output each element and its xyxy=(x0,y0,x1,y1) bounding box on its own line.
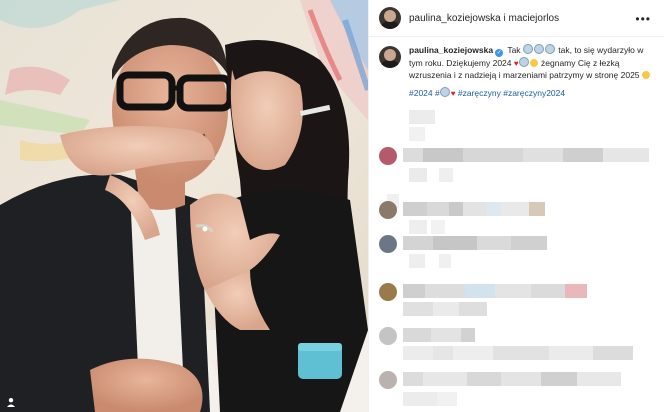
verified-badge-icon: ✓ xyxy=(495,49,504,57)
comment-row xyxy=(369,344,664,362)
caption-hashtags: #2024 # ♥ #zaręczyny #zaręczyny2024 xyxy=(409,87,659,100)
comment-row xyxy=(369,370,664,389)
comment-row xyxy=(369,282,664,301)
comment-row xyxy=(369,300,664,318)
hashtag-link[interactable]: #2024 # xyxy=(409,88,440,98)
header-avatar[interactable] xyxy=(379,7,401,29)
more-dots-icon[interactable]: ••• xyxy=(635,12,651,26)
post-sidebar: paulina_koziejowska i maciejorlos ••• pa… xyxy=(368,0,664,412)
commenter-avatar[interactable] xyxy=(379,327,397,345)
comment-row xyxy=(369,200,664,219)
post-photo xyxy=(0,0,368,412)
comment-row xyxy=(369,326,664,345)
smile-emoji-icon xyxy=(641,70,650,79)
snowman-emoji-icon xyxy=(533,44,544,54)
comment-row xyxy=(369,146,664,165)
caption-text-1: Tak xyxy=(507,45,521,55)
commenter-avatar[interactable] xyxy=(379,371,397,389)
comment-row xyxy=(369,390,664,408)
commenter-avatar[interactable] xyxy=(379,283,397,301)
comment-row xyxy=(369,166,664,184)
commenter-avatar[interactable] xyxy=(379,201,397,219)
caption-text: paulina_koziejowska ✓ Tak tak, to się wyd… xyxy=(409,44,659,100)
photo-image xyxy=(0,0,368,412)
heart-emoji-icon: ♥ xyxy=(513,59,519,68)
caption-avatar[interactable] xyxy=(379,46,401,68)
comment-row xyxy=(369,252,664,270)
header-title[interactable]: paulina_koziejowska i maciejorlos xyxy=(409,13,559,24)
hashtag-link[interactable]: #zaręczyny #zaręczyny2024 xyxy=(458,88,565,98)
comment-row xyxy=(369,234,664,253)
snowman-emoji-icon xyxy=(544,44,555,54)
snowman-emoji-icon xyxy=(518,57,529,67)
comment-row xyxy=(369,108,664,126)
comment-row xyxy=(369,125,664,143)
commenter-avatar[interactable] xyxy=(379,147,397,165)
post-header: paulina_koziejowska i maciejorlos ••• xyxy=(369,0,664,37)
commenter-avatar[interactable] xyxy=(379,235,397,253)
heart-emoji-icon: ♥ xyxy=(450,89,456,98)
caption-username[interactable]: paulina_koziejowska xyxy=(409,45,493,55)
snowman-emoji-icon xyxy=(439,87,450,97)
snowman-emoji-icon xyxy=(522,44,533,54)
user-tag-icon[interactable] xyxy=(6,397,16,407)
smile-emoji-icon xyxy=(529,59,538,67)
